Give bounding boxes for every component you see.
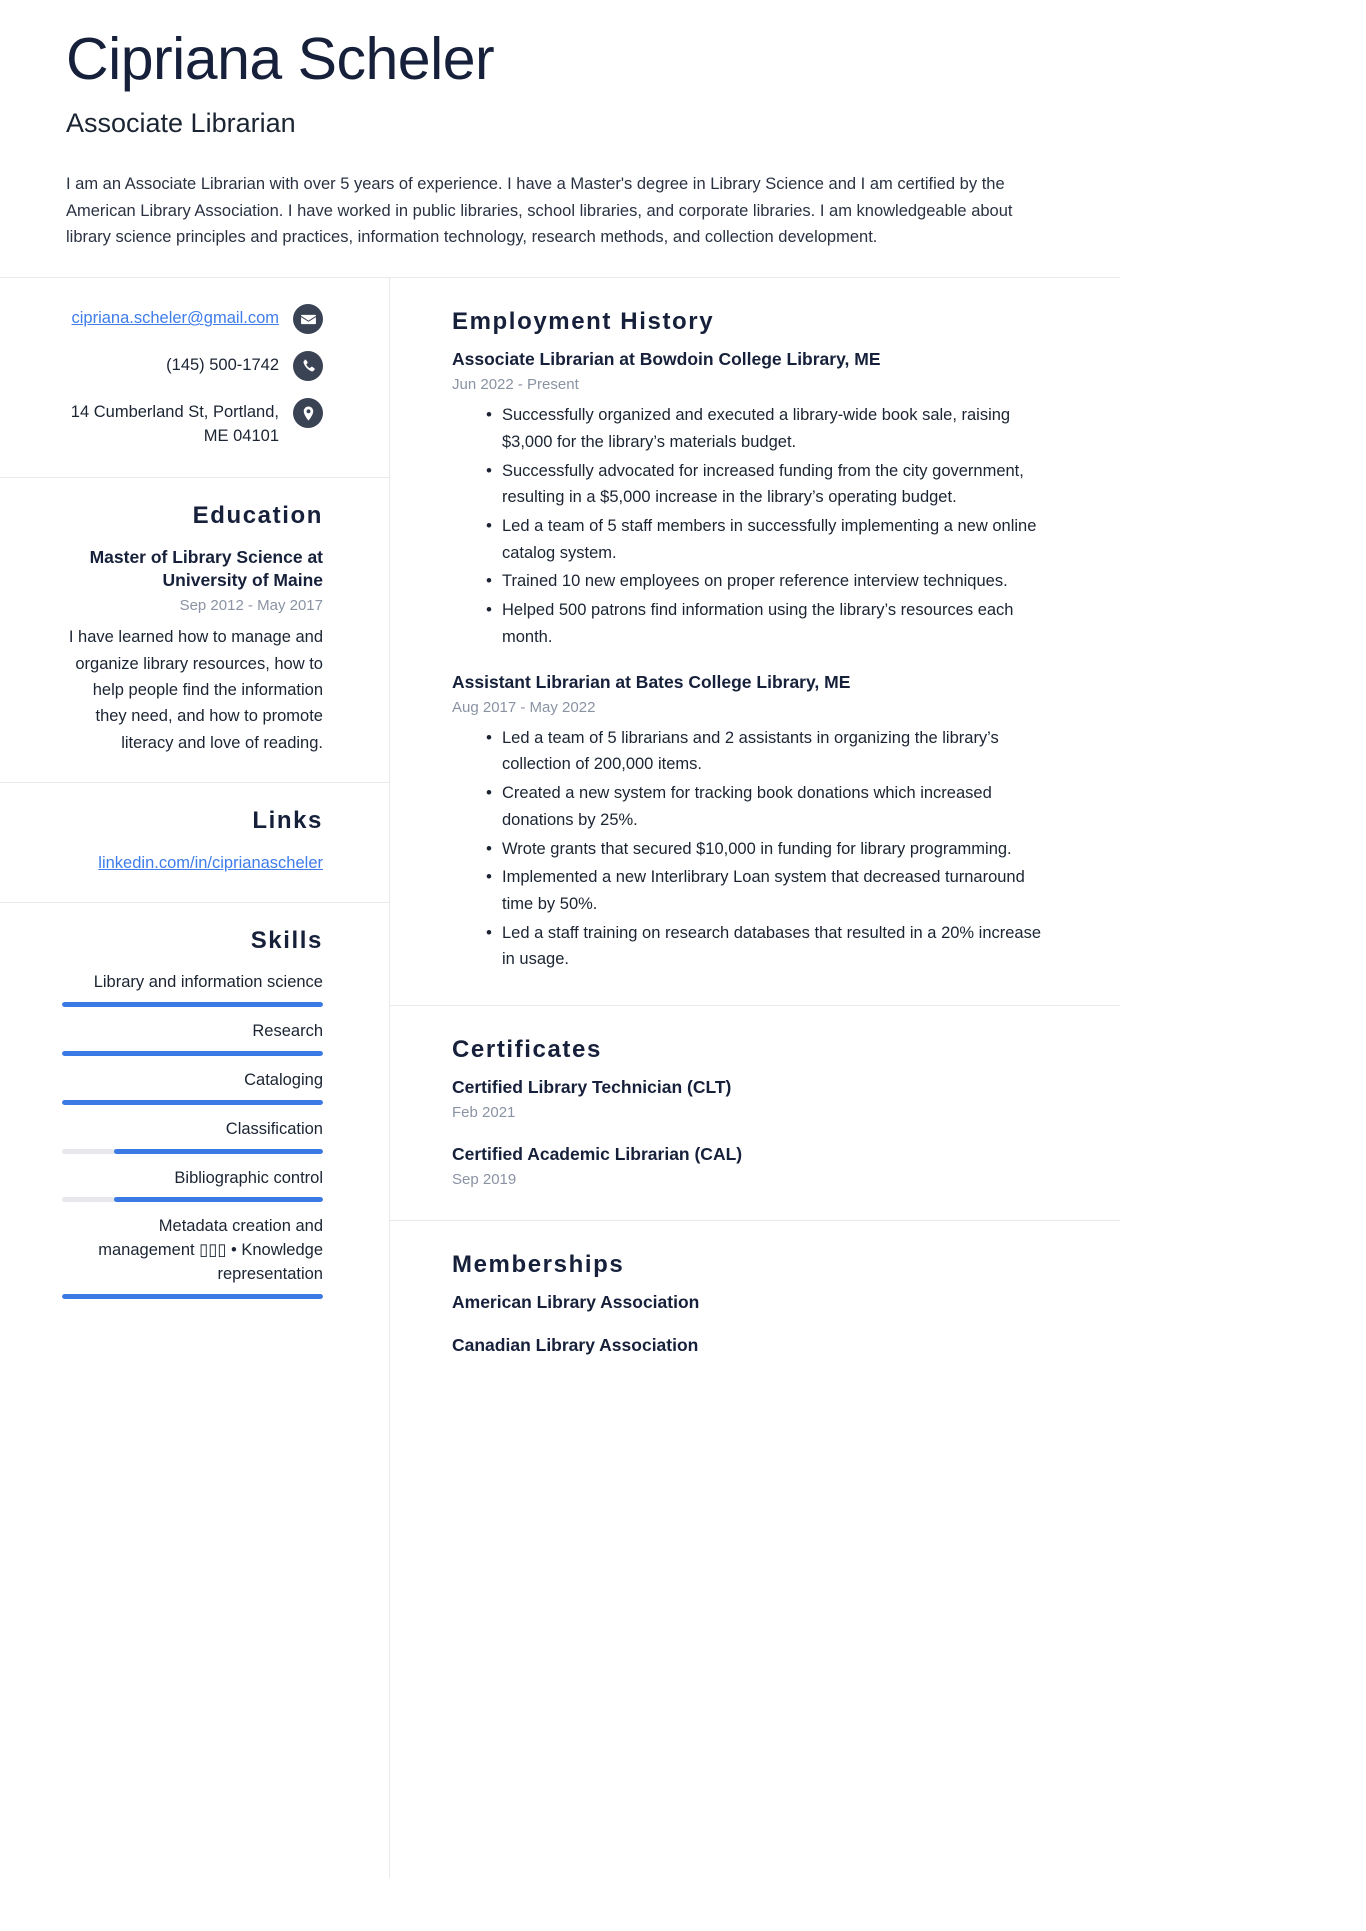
skill-label: Metadata creation and management ▯▯▯ • K… bbox=[98, 1217, 323, 1284]
resume-page: Cipriana Scheler Associate Librarian I a… bbox=[0, 0, 1120, 1931]
skill-bar-track bbox=[62, 1001, 323, 1007]
employment-date: Aug 2017 - May 2022 bbox=[452, 698, 596, 716]
skill-label: Library and information science bbox=[93, 972, 323, 991]
certificates-heading: Certificates bbox=[452, 1036, 602, 1064]
membership-entry: Canadian Library Association bbox=[452, 1334, 1054, 1357]
skill-bar-track bbox=[62, 1099, 323, 1105]
skill-item: Metadata creation and management ▯▯▯ • K… bbox=[62, 1215, 323, 1300]
links-section: Links linkedin.com/in/ciprianascheler bbox=[0, 783, 389, 903]
skill-label: Cataloging bbox=[244, 1070, 323, 1089]
membership-entry: American Library Association bbox=[452, 1291, 1054, 1314]
education-date: Sep 2012 - May 2017 bbox=[179, 597, 323, 615]
links-heading: Links bbox=[252, 807, 323, 835]
professional-summary: I am an Associate Librarian with over 5 … bbox=[66, 174, 1013, 247]
employment-date: Jun 2022 - Present bbox=[452, 376, 579, 394]
certificate-entry: Certified Academic Librarian (CAL) Sep 2… bbox=[452, 1143, 1054, 1190]
skill-bar-fill bbox=[62, 1294, 323, 1300]
bullet-item: Implemented a new Interlibrary Loan syst… bbox=[486, 863, 1054, 917]
employment-entry: Associate Librarian at Bowdoin College L… bbox=[452, 348, 1054, 651]
skill-label: Research bbox=[252, 1021, 323, 1040]
resume-header: Cipriana Scheler Associate Librarian I a… bbox=[0, 0, 1120, 279]
phone-icon bbox=[293, 351, 323, 382]
skill-bar-fill bbox=[62, 1001, 323, 1007]
employment-entry: Assistant Librarian at Bates College Lib… bbox=[452, 671, 1054, 974]
membership-name: American Library Association bbox=[452, 1292, 700, 1313]
employment-role: Associate Librarian at Bowdoin College L… bbox=[452, 349, 881, 370]
main-column: Employment History Associate Librarian a… bbox=[390, 278, 1120, 1878]
email-link[interactable]: cipriana.scheler@gmail.com bbox=[72, 304, 280, 331]
skills-section: Skills Library and information science R… bbox=[0, 903, 389, 1329]
skill-item: Bibliographic control bbox=[62, 1167, 323, 1203]
bullet-item: Created a new system for tracking book d… bbox=[486, 779, 1054, 833]
skill-bar-fill bbox=[114, 1197, 323, 1203]
link-item-linkedin[interactable]: linkedin.com/in/ciprianascheler bbox=[62, 851, 323, 876]
skill-bar-track bbox=[62, 1197, 323, 1203]
contact-email-row[interactable]: cipriana.scheler@gmail.com bbox=[62, 304, 323, 335]
memberships-heading: Memberships bbox=[452, 1251, 625, 1279]
certificate-date: Sep 2019 bbox=[452, 1171, 517, 1189]
certificate-name: Certified Library Technician (CLT) bbox=[452, 1077, 732, 1098]
sidebar: cipriana.scheler@gmail.com (145) 500-174… bbox=[0, 278, 390, 1879]
employment-heading: Employment History bbox=[452, 308, 715, 336]
location-pin-icon bbox=[293, 398, 323, 429]
employment-role: Assistant Librarian at Bates College Lib… bbox=[452, 671, 851, 692]
certificate-entry: Certified Library Technician (CLT) Feb 2… bbox=[452, 1076, 1054, 1123]
skill-bar-track bbox=[62, 1050, 323, 1056]
certificates-section: Certificates Certified Library Technicia… bbox=[390, 1006, 1120, 1222]
skill-item: Research bbox=[62, 1020, 323, 1056]
bullet-item: Wrote grants that secured $10,000 in fun… bbox=[486, 835, 1054, 863]
skill-item: Library and information science bbox=[62, 971, 323, 1007]
skill-bar-fill bbox=[62, 1050, 323, 1056]
contact-address-row[interactable]: 14 Cumberland St, Portland, ME 04101 bbox=[62, 398, 323, 449]
address-text: 14 Cumberland St, Portland, ME 04101 bbox=[70, 403, 279, 445]
bullet-item: Led a staff training on research databas… bbox=[486, 919, 1054, 973]
certificate-name: Certified Academic Librarian (CAL) bbox=[452, 1144, 743, 1165]
skill-bar-track bbox=[62, 1148, 323, 1154]
bullet-item: Successfully advocated for increased fun… bbox=[486, 457, 1054, 511]
envelope-icon bbox=[293, 304, 323, 335]
contact-section: cipriana.scheler@gmail.com (145) 500-174… bbox=[0, 278, 389, 478]
membership-name: Canadian Library Association bbox=[452, 1335, 699, 1356]
skill-bar-fill bbox=[62, 1099, 323, 1105]
page-title: Cipriana Scheler bbox=[66, 26, 495, 92]
education-section: Education Master of Library Science at U… bbox=[0, 478, 389, 784]
memberships-section: Memberships American Library Association… bbox=[390, 1221, 1120, 1387]
bullet-item: Led a team of 5 librarians and 2 assista… bbox=[486, 724, 1054, 778]
education-entry: Master of Library Science at University … bbox=[62, 546, 323, 756]
skill-label: Classification bbox=[225, 1119, 323, 1138]
employment-bullets: Successfully organized and executed a li… bbox=[452, 401, 1054, 650]
bullet-item: Led a team of 5 staff members in success… bbox=[486, 512, 1054, 566]
employment-section: Employment History Associate Librarian a… bbox=[390, 278, 1120, 1007]
skill-bar-track bbox=[62, 1294, 323, 1300]
education-description: I have learned how to manage and organiz… bbox=[68, 628, 323, 752]
skill-item: Classification bbox=[62, 1118, 323, 1154]
certificate-date: Feb 2021 bbox=[452, 1104, 516, 1122]
bullet-item: Successfully organized and executed a li… bbox=[486, 401, 1054, 455]
bullet-item: Trained 10 new employees on proper refer… bbox=[486, 567, 1054, 595]
education-heading: Education bbox=[192, 501, 323, 529]
contact-phone-row[interactable]: (145) 500-1742 bbox=[62, 351, 323, 382]
employment-bullets: Led a team of 5 librarians and 2 assista… bbox=[452, 724, 1054, 973]
skill-bar-fill bbox=[114, 1148, 323, 1154]
bullet-item: Helped 500 patrons find information usin… bbox=[486, 596, 1054, 650]
skills-heading: Skills bbox=[250, 926, 323, 954]
resume-body: cipriana.scheler@gmail.com (145) 500-174… bbox=[0, 278, 1120, 1879]
education-degree: Master of Library Science at University … bbox=[89, 546, 323, 591]
job-title: Associate Librarian bbox=[66, 107, 296, 138]
skill-label: Bibliographic control bbox=[174, 1168, 323, 1187]
skill-item: Cataloging bbox=[62, 1069, 323, 1105]
phone-number: (145) 500-1742 bbox=[166, 356, 279, 375]
